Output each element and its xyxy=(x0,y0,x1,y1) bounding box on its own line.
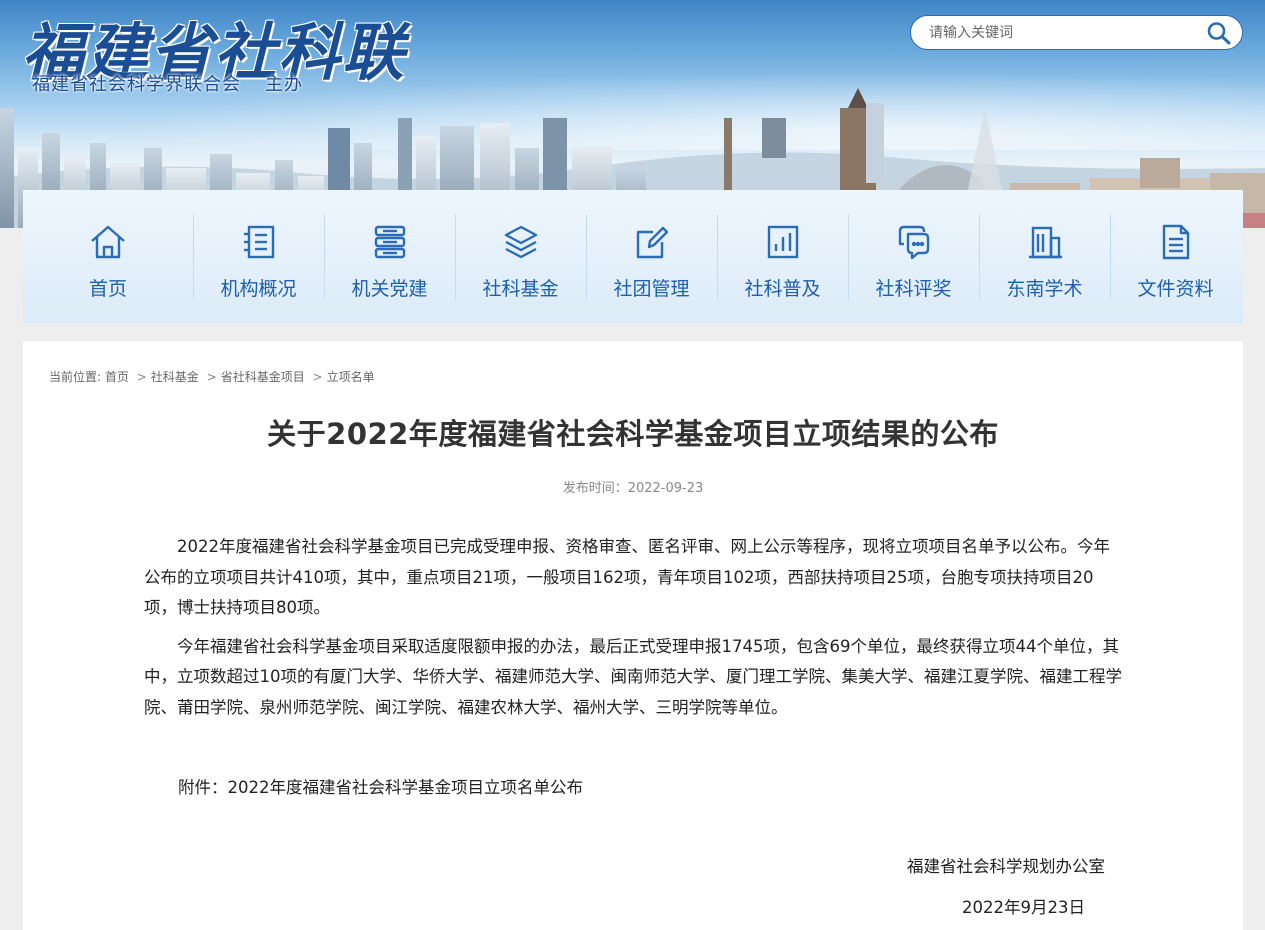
breadcrumb: 当前位置: 首页 > 社科基金 > 省社科基金项目 > 立项名单 xyxy=(49,368,375,385)
breadcrumb-separator: > xyxy=(136,370,147,384)
site-logo-subtitle: 福建省社会科学界联合会 主办 xyxy=(32,70,303,96)
breadcrumb-separator: > xyxy=(206,370,217,384)
search-icon[interactable] xyxy=(1206,21,1232,45)
signature-date: 2022年9月23日 xyxy=(962,898,1085,917)
article-body: 2022年度福建省社会科学基金项目已完成受理申报、资格审查、匿名评审、网上公示等… xyxy=(144,532,1124,731)
nav-item-party-building[interactable]: 机关党建 xyxy=(324,190,455,323)
nav-label: 社科基金 xyxy=(482,278,559,300)
layers-icon xyxy=(504,225,537,259)
nav-item-association-management[interactable]: 社团管理 xyxy=(586,190,717,323)
signature-organization: 福建省社会科学规划办公室 xyxy=(907,857,1105,876)
nav-item-social-science-fund[interactable]: 社科基金 xyxy=(455,190,586,323)
home-icon xyxy=(91,225,125,259)
document-list-icon xyxy=(243,225,274,259)
article-paragraph: 今年福建省社会科学基金项目采取适度限额申报的办法，最后正式受理申报1745项，包… xyxy=(144,636,1122,717)
nav-item-organization[interactable]: 机构概况 xyxy=(193,190,324,323)
nav-label: 文件资料 xyxy=(1137,278,1214,300)
article-paragraph: 2022年度福建省社会科学基金项目已完成受理申报、资格审查、匿名评审、网上公示等… xyxy=(144,537,1110,617)
nav-item-popularization[interactable]: 社科普及 xyxy=(717,190,848,323)
nav-item-awards[interactable]: 社科评奖 xyxy=(848,190,979,323)
nav-item-documents[interactable]: 文件资料 xyxy=(1110,190,1241,323)
nav-label: 社团管理 xyxy=(613,278,690,300)
nav-label: 机构概况 xyxy=(220,278,297,300)
attachment-link[interactable]: 2022年度福建省社会科学基金项目立项名单公布 xyxy=(228,778,584,797)
nav-label: 社科普及 xyxy=(744,278,821,300)
nav-item-southeast-academic[interactable]: 东南学术 xyxy=(979,190,1110,323)
file-text-icon xyxy=(1162,224,1189,260)
breadcrumb-separator: > xyxy=(312,370,323,384)
server-stack-icon xyxy=(374,225,405,259)
breadcrumb-prefix: 当前位置: xyxy=(49,370,102,384)
breadcrumb-link-approved-list[interactable]: 立项名单 xyxy=(327,370,375,384)
article-container: 当前位置: 首页 > 社科基金 > 省社科基金项目 > 立项名单 关于2022年度福建… xyxy=(23,341,1243,930)
nav-label: 首页 xyxy=(88,278,127,300)
building-icon xyxy=(1028,226,1062,259)
nav-label: 机关党建 xyxy=(351,278,428,300)
organizer-role: 主办 xyxy=(265,74,303,95)
nav-label: 东南学术 xyxy=(1006,278,1083,300)
nav-item-home[interactable]: 首页 xyxy=(23,190,193,323)
edit-icon xyxy=(636,226,668,259)
publish-time: 发布时间：2022-09-23 xyxy=(562,481,704,496)
main-navigation: 首页 机构概况 机关党建 社科基金 社团管理 社科普及 社科评奖 东南学术 文件… xyxy=(23,190,1243,323)
attachment-label: 附件： xyxy=(178,778,228,797)
nav-label: 社科评奖 xyxy=(875,278,952,300)
search-input[interactable] xyxy=(929,22,1199,44)
attachment: 附件：2022年度福建省社会科学基金项目立项名单公布 xyxy=(178,774,583,798)
search-box xyxy=(910,15,1243,50)
breadcrumb-link-home[interactable]: 首页 xyxy=(105,370,129,384)
bar-chart-icon xyxy=(767,225,798,259)
organizer-name: 福建省社会科学界联合会 xyxy=(32,74,241,95)
article-title: 关于2022年度福建省社会科学基金项目立项结果的公布 xyxy=(267,417,999,451)
chat-bubbles-icon xyxy=(898,225,929,260)
breadcrumb-link-provincial-fund[interactable]: 省社科基金项目 xyxy=(221,370,305,384)
breadcrumb-link-fund[interactable]: 社科基金 xyxy=(151,370,199,384)
